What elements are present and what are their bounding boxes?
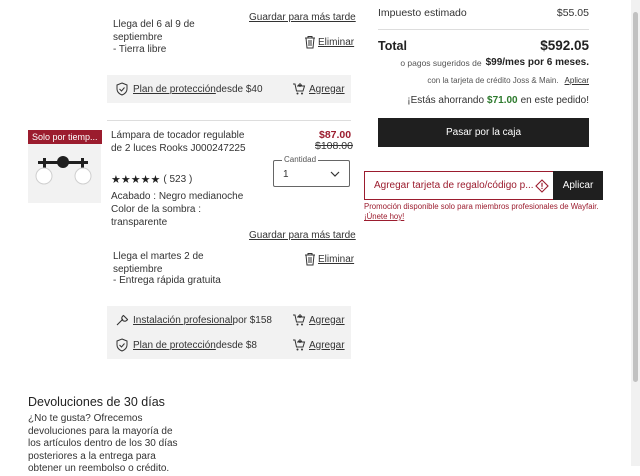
trash-icon — [305, 36, 315, 49]
star-icon: ★ — [111, 174, 121, 186]
star-icon: ★ — [130, 174, 141, 186]
star-icon: ★ — [150, 174, 161, 186]
promo-input-placeholder: Agregar tarjeta de regalo/código p... — [374, 180, 534, 191]
total-value: $592.05 — [540, 38, 589, 53]
item2-install-add-label: Agregar — [309, 314, 345, 326]
shield-icon — [116, 82, 128, 96]
item2-rating-count: ( 523 ) — [163, 174, 193, 185]
item2-quantity-select[interactable]: Cantidad 1 — [273, 155, 350, 187]
trash-icon — [305, 253, 315, 266]
star-icon: ★ — [120, 174, 131, 186]
item2-protection-add-label: Agregar — [309, 339, 345, 351]
savings-amount: $71.00 — [487, 95, 518, 106]
item1-protection-link[interactable]: Plan de protección — [133, 84, 216, 95]
alert-icon — [535, 179, 549, 193]
total-label: Total — [378, 39, 407, 53]
item-divider — [107, 120, 351, 121]
item2-install-add-button[interactable]: Agregar — [292, 313, 345, 327]
item1-save-later-link[interactable]: Guardar para más tarde — [249, 12, 356, 23]
promo-input-field[interactable]: Agregar tarjeta de regalo/código p... — [364, 171, 553, 200]
chevron-down-icon — [330, 171, 340, 177]
item2-protection-add-button[interactable]: Agregar — [292, 338, 345, 352]
financing-prefix: o pagos sugeridos de — [400, 57, 482, 68]
item1-delivery: Llega del 6 al 9 de septiembre — [113, 19, 195, 43]
item2-install-row: Instalación profesional por $158 — [115, 313, 272, 327]
item2-protection-row: Plan de protección desde $8 — [115, 338, 257, 352]
join-today-link[interactable]: ¡Únete hoy! — [364, 212, 404, 221]
item1-protection-box: Plan de protección desde $40 Agregar — [107, 75, 351, 103]
item2-old-price: $108.00 — [315, 140, 353, 152]
item2-finish: Acabado : Negro medianoche — [111, 191, 244, 202]
scrollbar-thumb[interactable] — [633, 12, 638, 382]
card-row: con la tarjeta de crédito Joss & Main. A… — [427, 76, 589, 85]
financing-amount: $99/mes por 6 meses. — [485, 57, 589, 68]
item2-protection-link[interactable]: Plan de protección — [133, 340, 216, 351]
returns-text: ¿No te gusta? Ofrecemos devoluciones par… — [28, 413, 178, 474]
cart-add-icon — [293, 339, 306, 351]
savings-suffix: en este pedido! — [520, 95, 589, 106]
item2-shipping: - Entrega rápida gratuita — [113, 275, 221, 286]
promo-warning: Promoción disponible solo para miembros … — [364, 202, 599, 211]
item2-protection-price: desde $8 — [215, 339, 257, 351]
page-scrollbar[interactable] — [631, 0, 640, 466]
returns-title: Devoluciones de 30 días — [28, 395, 165, 409]
item1-remove-label: Eliminar — [318, 36, 355, 48]
item1-protection-add-button[interactable]: Agregar — [292, 82, 345, 96]
item2-save-later-link[interactable]: Guardar para más tarde — [249, 230, 356, 241]
tax-label: Impuesto estimado — [378, 7, 467, 19]
item2-title-link[interactable]: Lámpara de tocador regulable de 2 luces … — [111, 130, 246, 155]
item2-remove-label: Eliminar — [318, 253, 355, 265]
savings-prefix: ¡Estás ahorrando — [407, 95, 485, 106]
item2-rating[interactable]: ★ ★ ★ ★ ★ ( 523 ) — [111, 173, 192, 186]
shield-icon — [116, 338, 128, 352]
item2-shade: Color de la sombra : transparente — [111, 204, 202, 228]
savings-row: ¡Estás ahorrando $71.00 en este pedido! — [407, 95, 589, 106]
item1-protection-row: Plan de protección desde $40 — [115, 82, 263, 96]
item2-quantity-value: 1 — [283, 169, 289, 180]
financing-row: o pagos sugeridos de $99/mes por 6 meses… — [400, 57, 589, 68]
item2-install-link[interactable]: Instalación profesional — [133, 315, 233, 326]
card-apply-link[interactable]: Aplicar — [565, 76, 589, 85]
card-text: con la tarjeta de crédito Joss & Main. — [427, 76, 559, 85]
star-icon: ★ — [140, 174, 151, 186]
item2-remove-button[interactable]: Eliminar — [303, 252, 354, 266]
item2-badge: Solo por tiemp... — [28, 130, 102, 144]
cart-add-icon — [293, 83, 306, 95]
item1-remove-button[interactable]: Eliminar — [303, 35, 354, 49]
item1-shipping: - Tierra libre — [113, 44, 167, 55]
checkout-button[interactable]: Pasar por la caja — [378, 118, 589, 147]
item1-protection-price: desde $40 — [215, 83, 263, 95]
promo-apply-button[interactable]: Aplicar — [553, 171, 603, 200]
item2-install-price: por $158 — [232, 314, 272, 326]
item2-quantity-label: Cantidad — [282, 155, 319, 164]
wrench-icon — [116, 314, 129, 326]
summary-divider — [378, 29, 589, 30]
item2-addons-box: Instalación profesional por $158 Agregar… — [107, 306, 351, 359]
item1-protection-add-label: Agregar — [309, 83, 345, 95]
cart-add-icon — [293, 314, 306, 326]
item2-delivery: Llega el martes 2 de septiembre — [113, 251, 204, 275]
tax-value: $55.05 — [556, 7, 589, 19]
